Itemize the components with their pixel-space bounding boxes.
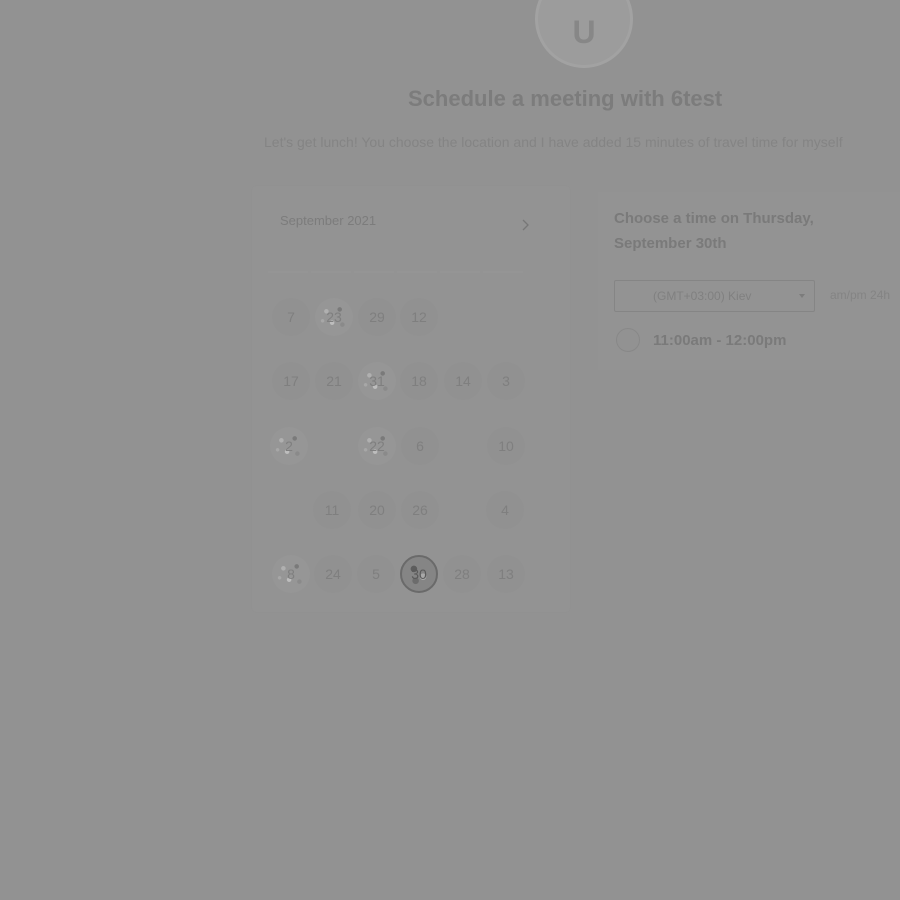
- format-24h-option[interactable]: 24h: [870, 288, 890, 302]
- calendar-day[interactable]: 22: [358, 427, 396, 465]
- next-month-button[interactable]: [512, 212, 538, 238]
- meeting-description: Let's get lunch! You choose the location…: [264, 134, 843, 150]
- calendar-day[interactable]: 21: [315, 362, 353, 400]
- avatar-initial: U: [572, 13, 596, 50]
- slot-label: 11:00am - 12:00pm: [653, 331, 787, 349]
- calendar-day[interactable]: 12: [400, 298, 438, 336]
- weekday-placeholder: [268, 271, 308, 273]
- time-slot[interactable]: 11:00am - 12:00pm: [616, 328, 786, 352]
- calendar-day[interactable]: 3: [487, 362, 525, 400]
- time-heading: Choose a time on Thursday, September 30t…: [614, 210, 814, 252]
- calendar-day[interactable]: 5: [357, 555, 395, 593]
- weekday-placeholder: [397, 271, 437, 273]
- calendar-day[interactable]: 17: [272, 362, 310, 400]
- calendar-day[interactable]: 4: [486, 491, 524, 529]
- calendar-day[interactable]: 29: [358, 298, 396, 336]
- format-ampm-option[interactable]: am/pm: [830, 288, 867, 302]
- weekday-placeholder: [483, 271, 523, 273]
- calendar-day[interactable]: 24: [314, 555, 352, 593]
- timezone-value: (GMT+03:00) Kiev: [653, 289, 752, 303]
- calendar-card: [252, 186, 570, 612]
- weekday-placeholder: [354, 271, 394, 273]
- calendar-day[interactable]: 13: [487, 555, 525, 593]
- host-avatar: U: [535, 0, 633, 68]
- weekday-header: [268, 260, 558, 273]
- calendar-day[interactable]: 10: [487, 427, 525, 465]
- calendar-day[interactable]: 11: [313, 491, 351, 529]
- calendar-day[interactable]: 6: [401, 427, 439, 465]
- calendar-day[interactable]: 14: [444, 362, 482, 400]
- calendar-day[interactable]: 2: [270, 427, 308, 465]
- timezone-select[interactable]: (GMT+03:00) Kiev: [614, 280, 815, 312]
- time-format-toggle: am/pm 24h: [830, 288, 890, 302]
- calendar-day[interactable]: 31: [358, 362, 396, 400]
- chevron-right-icon: [522, 219, 529, 231]
- calendar-day[interactable]: 23: [315, 298, 353, 336]
- calendar-day[interactable]: 28: [443, 555, 481, 593]
- calendar-day[interactable]: 8: [272, 555, 310, 593]
- weekday-placeholder: [440, 271, 480, 273]
- slot-radio[interactable]: [616, 328, 640, 352]
- calendar-day[interactable]: 7: [272, 298, 310, 336]
- month-label: September 2021: [280, 213, 377, 228]
- calendar-day[interactable]: 26: [401, 491, 439, 529]
- calendar-day-selected[interactable]: 30: [400, 555, 438, 593]
- calendar-day[interactable]: 20: [358, 491, 396, 529]
- scheduling-page: U Schedule a meeting with 6test Let's ge…: [0, 0, 900, 900]
- calendar-day[interactable]: 18: [400, 362, 438, 400]
- page-title: Schedule a meeting with 6test: [408, 86, 723, 111]
- weekday-placeholder: [311, 271, 351, 273]
- caret-down-icon: [799, 294, 805, 298]
